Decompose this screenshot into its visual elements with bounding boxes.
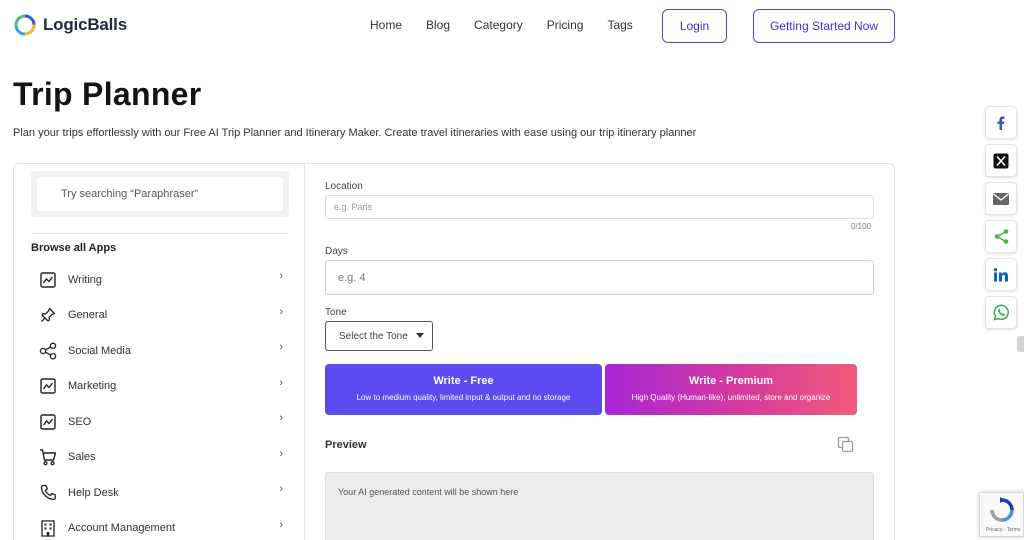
x-share-button[interactable] [985,144,1017,177]
pin-icon [38,305,58,325]
search-wrapper [31,171,289,217]
page-title: Trip Planner [13,76,202,112]
getting-started-button[interactable]: Getting Started Now [753,9,895,43]
building-icon [38,518,58,538]
write-free-button[interactable]: Write - Free Low to medium quality, limi… [325,364,602,415]
social-share-bar [985,106,1017,334]
main-nav: Home Blog Category Pricing Tags [370,18,657,32]
copy-icon[interactable] [837,436,855,454]
sidebar-item-social-media[interactable]: Social Media › [31,333,289,369]
sidebar-item-label: Marketing [68,380,117,393]
share-icon [994,229,1008,244]
tone-select[interactable]: Select the Tone [325,321,433,351]
sidebar-item-label: General [68,309,108,322]
nav-blog[interactable]: Blog [426,18,450,32]
nav-home[interactable]: Home [370,18,402,32]
nav-tags[interactable]: Tags [607,18,632,32]
preview-label: Preview [325,439,367,451]
preview-output-box: Your AI generated content will be shown … [325,472,874,540]
phone-icon [38,483,58,503]
location-input[interactable] [325,195,874,219]
chevron-right-icon: › [279,341,283,353]
nav-pricing[interactable]: Pricing [547,18,584,32]
search-input[interactable] [37,177,283,211]
write-free-title: Write - Free [433,375,494,387]
recaptcha-terms[interactable]: Privacy - Terms [986,527,1020,533]
preview-placeholder-text: Your AI generated content will be shown … [338,487,519,497]
tone-label: Tone [325,307,347,318]
caret-down-icon [416,333,424,338]
days-input[interactable] [325,260,874,295]
sidebar-item-label: Help Desk [68,486,119,499]
recaptcha-badge[interactable]: Privacy - Terms [979,492,1024,537]
nav-category[interactable]: Category [474,18,523,32]
chevron-right-icon: › [279,270,283,282]
email-icon [993,192,1009,205]
days-label: Days [325,246,348,257]
chevron-right-icon: › [279,376,283,389]
logo-text: LogicBalls [43,15,127,34]
sidebar-item-sales[interactable]: Sales › [31,440,289,476]
chevron-right-icon: › [279,518,283,531]
location-label: Location [325,181,363,192]
app-category-list: Writing › General › Social Media › Marke… [31,262,289,540]
write-premium-title: Write - Premium [688,375,774,387]
linkedin-share-button[interactable] [985,258,1017,291]
write-free-subtitle: Low to medium quality, limited input & o… [356,393,571,402]
scroll-handle[interactable] [1017,336,1024,352]
site-header: LogicBalls Home Blog Category Pricing Ta… [0,0,1024,52]
sidebar-item-label: Sales [68,451,96,464]
tool-card: Browse all Apps Writing › General › [13,163,895,540]
facebook-icon [997,116,1005,130]
write-premium-button[interactable]: Write - Premium High Quality (Human-like… [605,364,857,415]
sidebar-item-writing[interactable]: Writing › [31,262,289,298]
linkedin-icon [993,267,1008,281]
cart-icon [38,447,58,467]
chevron-right-icon: › [279,412,283,424]
sidebar-item-account-management[interactable]: Account Management › [31,511,289,540]
generic-share-button[interactable] [985,220,1017,253]
sidebar-item-marketing[interactable]: Marketing › [31,369,289,405]
sidebar-item-general[interactable]: General › [31,298,289,334]
chevron-right-icon: › [279,447,283,460]
browse-all-apps-heading: Browse all Apps [31,242,117,254]
chevron-right-icon: › [279,483,283,495]
login-button[interactable]: Login [662,9,727,43]
recaptcha-icon [990,497,1014,522]
write-premium-subtitle: High Quality (Human-like), unlimited, st… [631,393,831,402]
apps-sidebar: Browse all Apps Writing › General › [14,164,305,540]
tone-selected-value: Select the Tone [339,330,408,342]
sidebar-item-label: Writing [68,273,103,286]
share-nodes-icon [38,341,58,361]
sidebar-item-label: SEO [68,415,92,428]
chart-line-icon [38,412,58,432]
sidebar-divider [31,233,289,234]
sidebar-item-seo[interactable]: SEO › [31,404,289,440]
page-description: Plan your trips effortlessly with our Fr… [13,127,697,139]
x-icon [993,153,1009,168]
chart-line-icon [38,270,58,290]
sidebar-item-label: Social Media [68,344,131,357]
whatsapp-share-button[interactable] [985,296,1017,329]
sidebar-item-help-desk[interactable]: Help Desk › [31,475,289,511]
logo-mark-icon [14,14,36,36]
chart-line-icon [38,376,58,396]
logo[interactable]: LogicBalls [13,13,127,37]
email-share-button[interactable] [985,182,1017,215]
sidebar-item-label: Account Management [68,522,176,535]
location-char-counter: 0/100 [851,222,872,231]
whatsapp-icon [993,304,1009,321]
chevron-right-icon: › [279,305,283,318]
facebook-share-button[interactable] [985,106,1017,139]
